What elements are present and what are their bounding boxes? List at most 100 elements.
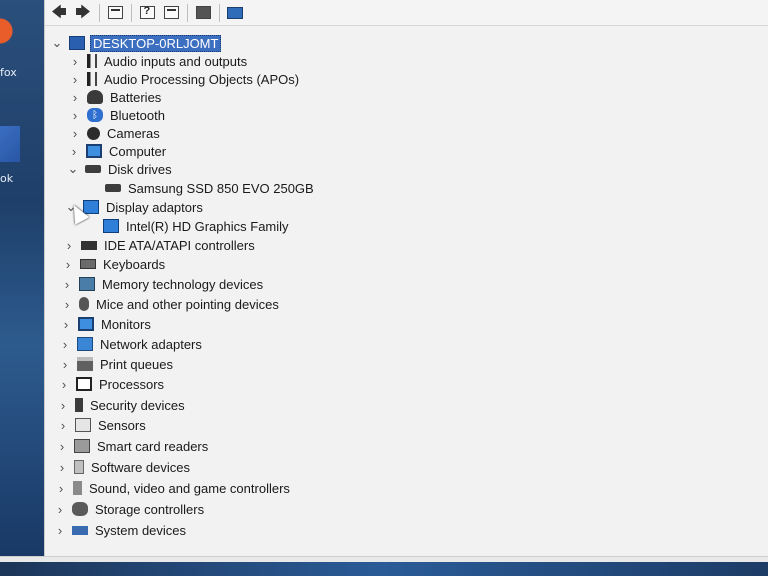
memory-icon bbox=[79, 277, 95, 291]
tree-item-label: Disk drives bbox=[108, 161, 172, 177]
tree-item-label: Monitors bbox=[101, 316, 151, 332]
storage-icon bbox=[72, 502, 88, 516]
tree-item-label: IDE ATA/ATAPI controllers bbox=[104, 237, 255, 253]
processor-icon bbox=[76, 377, 92, 391]
tree-item[interactable]: › Processors bbox=[56, 375, 166, 393]
expand-icon[interactable]: › bbox=[52, 500, 68, 518]
tree-child-item[interactable]: Samsung SSD 850 EVO 250GB bbox=[85, 179, 316, 197]
tree-item[interactable]: › IDE ATA/ATAPI controllers bbox=[61, 236, 257, 254]
bluetooth-icon: ᛒ bbox=[87, 108, 103, 122]
tree-item-label: Batteries bbox=[110, 89, 162, 105]
expand-icon[interactable]: › bbox=[66, 142, 82, 160]
tree-item-label: Security devices bbox=[90, 397, 185, 413]
expand-icon[interactable]: › bbox=[59, 275, 75, 293]
tree-item-label: Bluetooth bbox=[110, 107, 165, 123]
expand-icon[interactable]: › bbox=[67, 52, 83, 70]
tree-item-label: Keyboards bbox=[103, 256, 166, 272]
view-icon[interactable] bbox=[161, 3, 181, 23]
tree-item-label: Memory technology devices bbox=[102, 276, 264, 292]
tree-item[interactable]: › Keyboards bbox=[60, 255, 167, 273]
expand-icon bbox=[83, 217, 99, 235]
toolbar-separator bbox=[99, 3, 100, 22]
tree-item[interactable]: › Memory technology devices bbox=[59, 275, 265, 293]
disk-icon bbox=[105, 184, 121, 192]
expand-icon[interactable]: › bbox=[67, 106, 83, 124]
forward-icon[interactable]: 🡆 bbox=[73, 3, 93, 23]
tree-item[interactable]: › Network adapters bbox=[57, 335, 204, 353]
display-icon bbox=[103, 219, 119, 233]
tree-item-label: Processors bbox=[99, 376, 165, 392]
tree-item[interactable]: › Smart card readers bbox=[54, 437, 210, 455]
battery-icon bbox=[87, 90, 103, 104]
tree-item[interactable]: › Monitors bbox=[58, 315, 153, 333]
speaker-icon bbox=[87, 72, 97, 86]
network-icon bbox=[77, 337, 93, 351]
expand-icon[interactable]: › bbox=[67, 70, 83, 88]
computer-icon bbox=[86, 144, 102, 158]
tree-item[interactable]: › Security devices bbox=[55, 396, 187, 414]
tree-root[interactable]: ⌄ DESKTOP-0RLJOMT bbox=[49, 34, 222, 52]
tree-item-label: Computer bbox=[109, 143, 167, 159]
expand-icon[interactable]: › bbox=[53, 479, 69, 497]
expand-icon[interactable]: › bbox=[59, 295, 75, 313]
tree-child-item[interactable]: Intel(R) HD Graphics Family bbox=[83, 217, 291, 235]
tree-item-label: Audio inputs and outputs bbox=[104, 53, 248, 69]
tree-item[interactable]: › Batteries bbox=[67, 88, 163, 106]
update-driver-icon[interactable] bbox=[193, 3, 213, 23]
expand-icon[interactable]: › bbox=[57, 335, 73, 353]
firefox-icon[interactable] bbox=[0, 16, 20, 46]
tree-item[interactable]: › Audio Processing Objects (APOs) bbox=[67, 70, 301, 88]
expand-icon[interactable]: › bbox=[67, 88, 83, 106]
tree-item-label: Audio Processing Objects (APOs) bbox=[104, 71, 300, 87]
tree-item-label: Storage controllers bbox=[95, 501, 205, 517]
expand-icon[interactable]: › bbox=[57, 355, 73, 373]
keyboard-icon bbox=[80, 259, 96, 269]
tree-item[interactable]: ⌄ Disk drives bbox=[65, 160, 174, 178]
toolbar-separator bbox=[187, 3, 188, 22]
scan-monitor-icon[interactable] bbox=[225, 3, 245, 23]
expand-icon[interactable]: › bbox=[55, 396, 71, 414]
expand-icon[interactable]: › bbox=[67, 124, 83, 142]
expand-icon[interactable]: › bbox=[54, 437, 70, 455]
tree-item[interactable]: › ᛒ Bluetooth bbox=[67, 106, 167, 124]
expand-icon[interactable]: › bbox=[61, 236, 77, 254]
tree-item-label: Sound, video and game controllers bbox=[89, 480, 290, 496]
expand-icon[interactable]: › bbox=[52, 521, 68, 539]
tree-item[interactable]: › Sound, video and game controllers bbox=[53, 479, 292, 497]
expand-icon[interactable]: › bbox=[55, 416, 71, 434]
tree-item[interactable]: › System devices bbox=[52, 521, 188, 539]
tree-item[interactable]: › Computer bbox=[66, 142, 168, 160]
tree-item[interactable]: › Sensors bbox=[55, 416, 148, 434]
tree-item-label: Samsung SSD 850 EVO 250GB bbox=[128, 180, 314, 196]
desktop-icon-label: ok bbox=[0, 172, 14, 185]
mouse-icon bbox=[79, 297, 89, 311]
expand-icon[interactable]: › bbox=[58, 315, 74, 333]
tree-item-label: Display adaptors bbox=[106, 199, 203, 215]
tree-item[interactable]: › Software devices bbox=[54, 458, 192, 476]
properties-icon[interactable] bbox=[105, 3, 125, 23]
printer-icon bbox=[77, 357, 93, 371]
device-manager-window: 🡄 🡆 ⌄ DESKTOP-0RLJOMT › Audio inputs and … bbox=[44, 0, 768, 566]
tree-item[interactable]: › Storage controllers bbox=[52, 500, 206, 518]
tree-item-label: Software devices bbox=[91, 459, 190, 475]
camera-icon bbox=[87, 126, 100, 140]
back-icon[interactable]: 🡄 bbox=[49, 3, 69, 23]
tree-item-label: Mice and other pointing devices bbox=[96, 296, 279, 312]
tree-item[interactable]: › Cameras bbox=[67, 124, 162, 142]
tree-item[interactable]: › Audio inputs and outputs bbox=[67, 52, 249, 70]
desktop-icon-label: fox bbox=[0, 66, 17, 79]
tree-item[interactable]: › Print queues bbox=[57, 355, 175, 373]
expand-icon[interactable]: › bbox=[60, 255, 76, 273]
tree-item-label: Network adapters bbox=[100, 336, 202, 352]
collapse-icon[interactable]: ⌄ bbox=[49, 34, 65, 52]
tree-item[interactable]: › Mice and other pointing devices bbox=[59, 295, 281, 313]
desktop-app-icon[interactable] bbox=[0, 126, 20, 162]
collapse-icon[interactable]: ⌄ bbox=[65, 160, 81, 178]
expand-icon[interactable]: › bbox=[56, 375, 72, 393]
expand-icon[interactable]: › bbox=[54, 458, 70, 476]
smartcard-icon bbox=[74, 439, 90, 453]
help-icon[interactable] bbox=[137, 3, 157, 23]
tree-item-label: Print queues bbox=[100, 356, 173, 372]
toolbar-separator bbox=[131, 3, 132, 22]
tree-item-label: System devices bbox=[95, 522, 187, 538]
